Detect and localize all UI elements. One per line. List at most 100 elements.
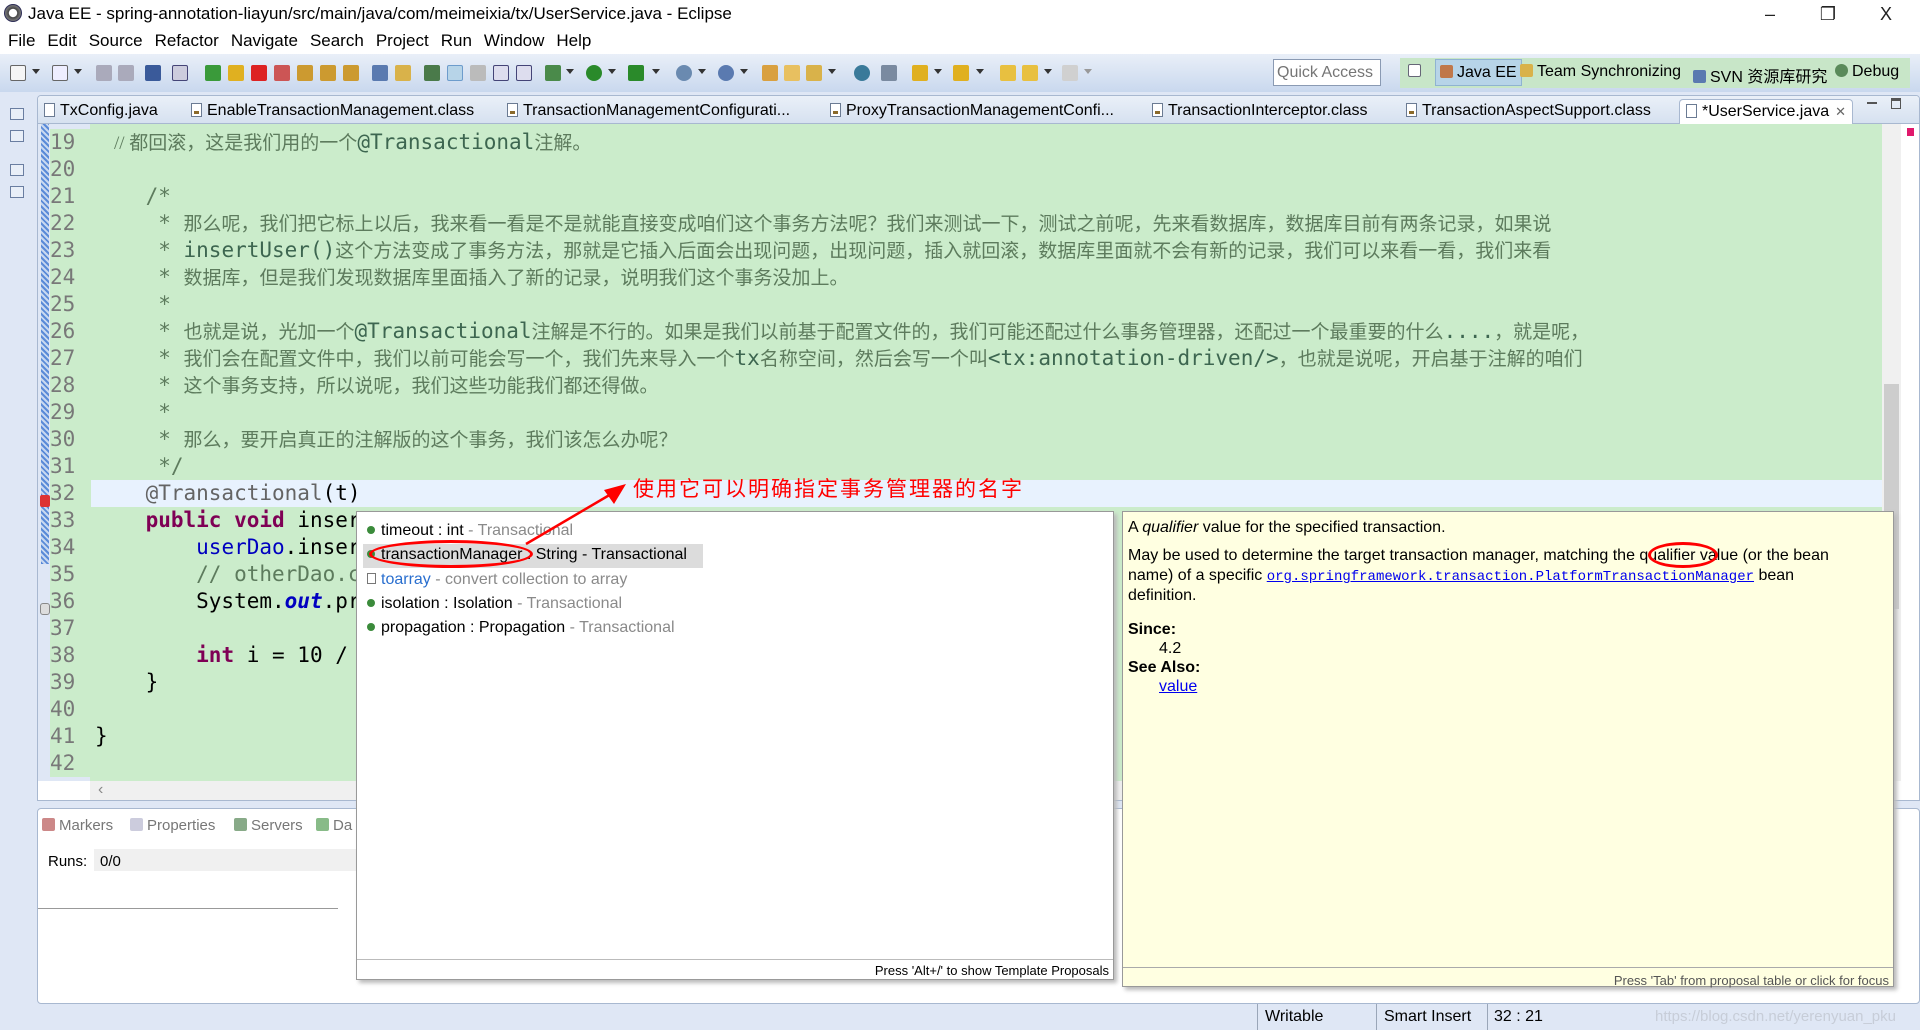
code-line[interactable]: * 那么，要开启真正的注解版的这个事务，我们该怎么办呢？: [91, 426, 677, 453]
step-return-icon[interactable]: [343, 65, 359, 81]
close-button[interactable]: X: [1858, 0, 1914, 28]
previous-annotation-icon[interactable]: [953, 65, 969, 81]
maximize-editor-icon[interactable]: [1891, 98, 1901, 109]
javadoc-popup[interactable]: A qualifier value for the specified tran…: [1122, 511, 1894, 988]
code-line[interactable]: }: [91, 669, 159, 696]
close-tab-icon[interactable]: ✕: [1835, 104, 1846, 119]
code-line[interactable]: * 这个事务支持，所以说呢，我们这些功能我们都还得做。: [91, 372, 658, 399]
code-line[interactable]: public void inser: [91, 507, 361, 534]
code-line[interactable]: userDao.inser: [91, 534, 360, 561]
code-line[interactable]: [91, 696, 95, 723]
search-icon[interactable]: [806, 65, 822, 81]
code-line[interactable]: // otherDao.c: [91, 561, 360, 588]
menu-edit[interactable]: Edit: [45, 28, 84, 54]
code-line[interactable]: *: [91, 399, 171, 426]
debug-icon[interactable]: [545, 65, 561, 81]
skip-breakpoints-icon[interactable]: [172, 65, 188, 81]
console-icon[interactable]: [145, 65, 161, 81]
dropdown-arrow-icon[interactable]: [32, 69, 40, 74]
perspective-debug[interactable]: Debug: [1835, 63, 1899, 81]
step-over-icon[interactable]: [320, 65, 336, 81]
terminate-icon[interactable]: [251, 65, 267, 81]
warning-lock-icon[interactable]: [40, 603, 50, 615]
dropdown-arrow-icon[interactable]: [566, 69, 574, 74]
dropdown-arrow-icon[interactable]: [934, 69, 942, 74]
dropdown-arrow-icon[interactable]: [608, 69, 616, 74]
menu-window[interactable]: Window: [482, 28, 552, 54]
tab-properties[interactable]: Properties: [130, 817, 215, 834]
proposal-item[interactable]: propagation : Propagation - Transactiona…: [363, 617, 679, 641]
dropdown-arrow-icon[interactable]: [698, 69, 706, 74]
new-server-icon[interactable]: [676, 65, 692, 81]
code-line[interactable]: }: [91, 723, 108, 750]
menu-source[interactable]: Source: [87, 28, 151, 54]
tab-markers[interactable]: Markers: [42, 817, 113, 834]
tab-transaction-management-configuration[interactable]: TransactionManagementConfigurati...: [501, 99, 796, 124]
step-into-icon[interactable]: [297, 65, 313, 81]
see-also-value-link[interactable]: value: [1159, 678, 1197, 695]
tab-proxy-transaction-management-config[interactable]: ProxyTransactionManagementConfi...: [824, 99, 1120, 124]
dropdown-arrow-icon[interactable]: [1044, 69, 1052, 74]
platform-transaction-manager-link[interactable]: org.springframework.transaction.Platform…: [1267, 569, 1754, 585]
code-line[interactable]: [91, 156, 95, 183]
open-folder-icon[interactable]: [784, 65, 800, 81]
dropdown-arrow-icon[interactable]: [1084, 69, 1092, 74]
tab-txconfig[interactable]: TxConfig.java: [38, 99, 164, 124]
restore-button[interactable]: ❐: [1800, 0, 1856, 28]
run-server-icon[interactable]: [628, 65, 644, 81]
next-annotation-icon[interactable]: [912, 65, 928, 81]
dropdown-arrow-icon[interactable]: [652, 69, 660, 74]
dropdown-arrow-icon[interactable]: [976, 69, 984, 74]
code-line[interactable]: System.out.pr: [91, 588, 360, 615]
menu-help[interactable]: Help: [554, 28, 599, 54]
drop-to-frame-icon[interactable]: [372, 65, 388, 81]
proposal-item[interactable]: isolation : Isolation - Transactional: [363, 593, 626, 617]
dropdown-arrow-icon[interactable]: [828, 69, 836, 74]
code-line[interactable]: // 都回滚，这是我们用的一个@Transactional注解。: [91, 129, 591, 156]
proposal-item[interactable]: toarray - convert collection to array: [363, 569, 631, 593]
restore-view-icon[interactable]: [10, 164, 24, 176]
use-step-filters-icon[interactable]: [395, 65, 411, 81]
error-marker-icon[interactable]: [40, 495, 50, 507]
code-line[interactable]: [91, 615, 95, 642]
outline-icon[interactable]: [10, 186, 24, 198]
content-assist-popup[interactable]: timeout : int - Transactional transaction…: [356, 511, 1114, 980]
tab-enable-transaction-management[interactable]: EnableTransactionManagement.class: [185, 99, 480, 124]
open-perspective-icon[interactable]: [1408, 63, 1425, 81]
code-line[interactable]: * 数据库，但是我们发现数据库里面插入了新的记录，说明我们这个事务没加上。: [91, 264, 848, 291]
code-line[interactable]: * 也就是说，光加一个@Transactional注解是不行的。如果是我们以前基…: [91, 318, 1589, 345]
web-browser-icon[interactable]: [854, 65, 870, 81]
code-line[interactable]: * 那么呢，我们把它标上以后，我来看一看是不是就能直接变成咱们这个事务方法呢？我…: [91, 210, 1551, 237]
tab-user-service[interactable]: *UserService.java ✕: [1679, 99, 1854, 124]
tab-data-source[interactable]: Da: [316, 817, 352, 834]
block-selection-icon[interactable]: [470, 65, 486, 81]
back-icon[interactable]: [1022, 65, 1038, 81]
forward-icon[interactable]: [1062, 65, 1078, 81]
restore-view-icon[interactable]: [10, 108, 24, 120]
menu-search[interactable]: Search: [308, 28, 372, 54]
disconnect-icon[interactable]: [274, 65, 290, 81]
menu-run[interactable]: Run: [439, 28, 480, 54]
scroll-left-icon[interactable]: ‹: [98, 781, 103, 799]
package-explorer-icon[interactable]: [10, 130, 24, 142]
overview-ruler[interactable]: [1901, 124, 1919, 781]
perspective-java-ee[interactable]: Java EE: [1435, 59, 1522, 86]
menu-refactor[interactable]: Refactor: [153, 28, 227, 54]
code-line[interactable]: * insertUser()这个方法变成了事务方法，那就是它插入后面会出现问题，…: [91, 237, 1551, 264]
perspective-svn[interactable]: SVN 资源库研究: [1693, 63, 1827, 87]
run-icon[interactable]: [586, 65, 602, 81]
minimize-editor-icon[interactable]: [1867, 102, 1877, 104]
back-icon[interactable]: [1000, 65, 1016, 81]
dropdown-arrow-icon[interactable]: [740, 69, 748, 74]
show-whitespace-icon[interactable]: [516, 65, 532, 81]
suspend-icon[interactable]: [228, 65, 244, 81]
tab-transaction-interceptor[interactable]: TransactionInterceptor.class: [1146, 99, 1374, 124]
new-icon[interactable]: [10, 65, 26, 81]
menu-project[interactable]: Project: [374, 28, 437, 54]
last-edit-icon[interactable]: [881, 65, 897, 81]
save-all-icon[interactable]: [118, 65, 134, 81]
perspective-team-synchronizing[interactable]: Team Synchronizing: [1520, 63, 1681, 81]
code-line[interactable]: * 我们会在配置文件中，我们以前可能会写一个，我们先来导入一个tx名称空间，然后…: [91, 345, 1582, 372]
new-java-class-icon[interactable]: [718, 65, 734, 81]
resume-icon[interactable]: [205, 65, 221, 81]
